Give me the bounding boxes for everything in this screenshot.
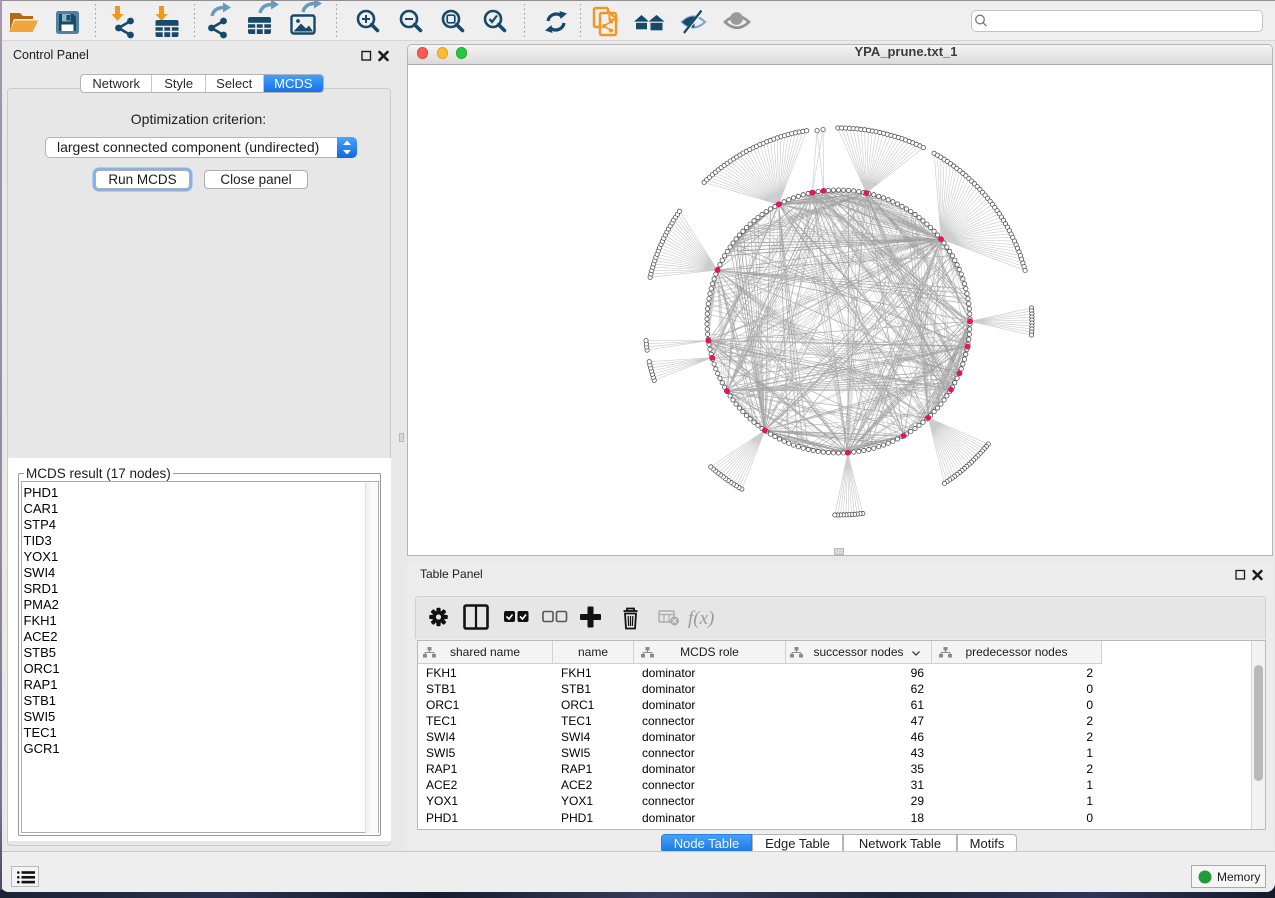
- svg-text:Memory: Memory: [1217, 870, 1260, 884]
- svg-text:f(x): f(x): [688, 608, 714, 629]
